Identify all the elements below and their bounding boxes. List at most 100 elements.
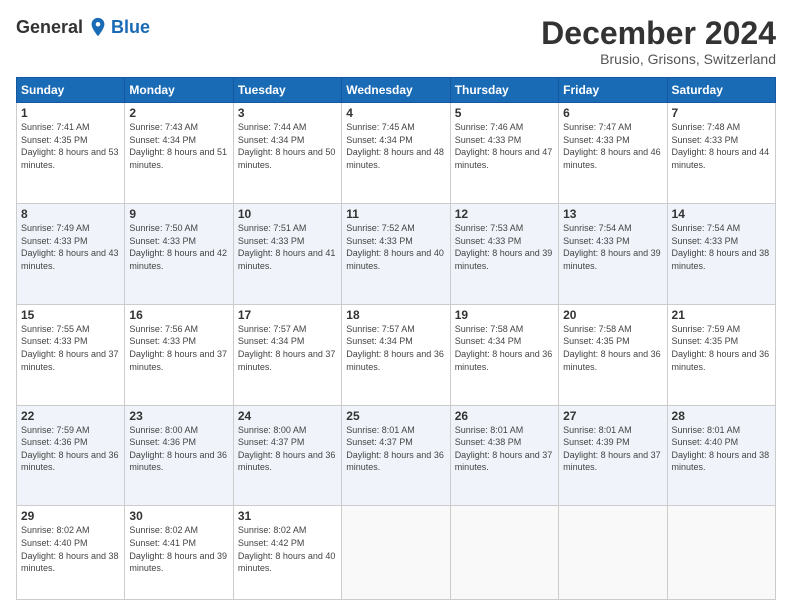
table-row: 21Sunrise: 7:59 AM Sunset: 4:35 PM Dayli… [667, 304, 775, 405]
col-sunday: Sunday [17, 78, 125, 103]
table-row: 27Sunrise: 8:01 AM Sunset: 4:39 PM Dayli… [559, 405, 667, 506]
table-row [667, 506, 775, 600]
calendar-table: Sunday Monday Tuesday Wednesday Thursday… [16, 77, 776, 600]
day-number: 25 [346, 409, 445, 423]
day-number: 28 [672, 409, 771, 423]
table-row: 1Sunrise: 7:41 AM Sunset: 4:35 PM Daylig… [17, 103, 125, 204]
day-info: Sunrise: 7:53 AM Sunset: 4:33 PM Dayligh… [455, 222, 554, 272]
table-row: 26Sunrise: 8:01 AM Sunset: 4:38 PM Dayli… [450, 405, 558, 506]
day-number: 19 [455, 308, 554, 322]
table-row: 3Sunrise: 7:44 AM Sunset: 4:34 PM Daylig… [233, 103, 341, 204]
day-info: Sunrise: 7:54 AM Sunset: 4:33 PM Dayligh… [672, 222, 771, 272]
table-row: 2Sunrise: 7:43 AM Sunset: 4:34 PM Daylig… [125, 103, 233, 204]
table-row: 6Sunrise: 7:47 AM Sunset: 4:33 PM Daylig… [559, 103, 667, 204]
day-info: Sunrise: 7:49 AM Sunset: 4:33 PM Dayligh… [21, 222, 120, 272]
col-monday: Monday [125, 78, 233, 103]
table-row: 28Sunrise: 8:01 AM Sunset: 4:40 PM Dayli… [667, 405, 775, 506]
table-row: 20Sunrise: 7:58 AM Sunset: 4:35 PM Dayli… [559, 304, 667, 405]
day-number: 30 [129, 509, 228, 523]
day-number: 23 [129, 409, 228, 423]
day-number: 3 [238, 106, 337, 120]
table-row: 17Sunrise: 7:57 AM Sunset: 4:34 PM Dayli… [233, 304, 341, 405]
logo-icon [87, 16, 109, 38]
table-row: 5Sunrise: 7:46 AM Sunset: 4:33 PM Daylig… [450, 103, 558, 204]
table-row: 14Sunrise: 7:54 AM Sunset: 4:33 PM Dayli… [667, 204, 775, 305]
day-number: 21 [672, 308, 771, 322]
day-info: Sunrise: 8:01 AM Sunset: 4:37 PM Dayligh… [346, 424, 445, 474]
table-row: 13Sunrise: 7:54 AM Sunset: 4:33 PM Dayli… [559, 204, 667, 305]
table-row: 24Sunrise: 8:00 AM Sunset: 4:37 PM Dayli… [233, 405, 341, 506]
logo-blue: Blue [111, 17, 150, 38]
table-row: 15Sunrise: 7:55 AM Sunset: 4:33 PM Dayli… [17, 304, 125, 405]
calendar-header-row: Sunday Monday Tuesday Wednesday Thursday… [17, 78, 776, 103]
day-info: Sunrise: 8:01 AM Sunset: 4:38 PM Dayligh… [455, 424, 554, 474]
table-row: 30Sunrise: 8:02 AM Sunset: 4:41 PM Dayli… [125, 506, 233, 600]
subtitle: Brusio, Grisons, Switzerland [541, 51, 776, 67]
day-info: Sunrise: 7:50 AM Sunset: 4:33 PM Dayligh… [129, 222, 228, 272]
day-info: Sunrise: 8:00 AM Sunset: 4:37 PM Dayligh… [238, 424, 337, 474]
day-info: Sunrise: 7:57 AM Sunset: 4:34 PM Dayligh… [238, 323, 337, 373]
table-row: 19Sunrise: 7:58 AM Sunset: 4:34 PM Dayli… [450, 304, 558, 405]
day-number: 11 [346, 207, 445, 221]
day-number: 7 [672, 106, 771, 120]
day-number: 9 [129, 207, 228, 221]
day-number: 16 [129, 308, 228, 322]
table-row [450, 506, 558, 600]
day-info: Sunrise: 7:59 AM Sunset: 4:35 PM Dayligh… [672, 323, 771, 373]
day-number: 13 [563, 207, 662, 221]
day-number: 18 [346, 308, 445, 322]
logo: General Blue [16, 16, 150, 38]
table-row: 7Sunrise: 7:48 AM Sunset: 4:33 PM Daylig… [667, 103, 775, 204]
title-area: December 2024 Brusio, Grisons, Switzerla… [541, 16, 776, 67]
day-info: Sunrise: 7:58 AM Sunset: 4:34 PM Dayligh… [455, 323, 554, 373]
day-number: 24 [238, 409, 337, 423]
col-tuesday: Tuesday [233, 78, 341, 103]
table-row: 9Sunrise: 7:50 AM Sunset: 4:33 PM Daylig… [125, 204, 233, 305]
col-saturday: Saturday [667, 78, 775, 103]
day-info: Sunrise: 7:45 AM Sunset: 4:34 PM Dayligh… [346, 121, 445, 171]
day-info: Sunrise: 8:02 AM Sunset: 4:41 PM Dayligh… [129, 524, 228, 574]
day-info: Sunrise: 8:00 AM Sunset: 4:36 PM Dayligh… [129, 424, 228, 474]
day-info: Sunrise: 7:46 AM Sunset: 4:33 PM Dayligh… [455, 121, 554, 171]
day-number: 12 [455, 207, 554, 221]
table-row [342, 506, 450, 600]
day-number: 8 [21, 207, 120, 221]
table-row: 12Sunrise: 7:53 AM Sunset: 4:33 PM Dayli… [450, 204, 558, 305]
table-row: 11Sunrise: 7:52 AM Sunset: 4:33 PM Dayli… [342, 204, 450, 305]
table-row: 8Sunrise: 7:49 AM Sunset: 4:33 PM Daylig… [17, 204, 125, 305]
header: General Blue December 2024 Brusio, Griso… [16, 16, 776, 67]
table-row: 4Sunrise: 7:45 AM Sunset: 4:34 PM Daylig… [342, 103, 450, 204]
table-row: 10Sunrise: 7:51 AM Sunset: 4:33 PM Dayli… [233, 204, 341, 305]
day-info: Sunrise: 7:56 AM Sunset: 4:33 PM Dayligh… [129, 323, 228, 373]
day-number: 29 [21, 509, 120, 523]
day-info: Sunrise: 8:01 AM Sunset: 4:39 PM Dayligh… [563, 424, 662, 474]
day-number: 27 [563, 409, 662, 423]
day-info: Sunrise: 8:02 AM Sunset: 4:42 PM Dayligh… [238, 524, 337, 574]
day-info: Sunrise: 7:51 AM Sunset: 4:33 PM Dayligh… [238, 222, 337, 272]
col-friday: Friday [559, 78, 667, 103]
day-number: 6 [563, 106, 662, 120]
table-row: 16Sunrise: 7:56 AM Sunset: 4:33 PM Dayli… [125, 304, 233, 405]
day-info: Sunrise: 7:44 AM Sunset: 4:34 PM Dayligh… [238, 121, 337, 171]
day-info: Sunrise: 7:47 AM Sunset: 4:33 PM Dayligh… [563, 121, 662, 171]
day-info: Sunrise: 7:43 AM Sunset: 4:34 PM Dayligh… [129, 121, 228, 171]
day-number: 17 [238, 308, 337, 322]
day-info: Sunrise: 7:54 AM Sunset: 4:33 PM Dayligh… [563, 222, 662, 272]
day-number: 2 [129, 106, 228, 120]
table-row: 31Sunrise: 8:02 AM Sunset: 4:42 PM Dayli… [233, 506, 341, 600]
logo-area: General Blue [16, 16, 150, 38]
logo-general: General [16, 17, 83, 38]
table-row: 25Sunrise: 8:01 AM Sunset: 4:37 PM Dayli… [342, 405, 450, 506]
col-wednesday: Wednesday [342, 78, 450, 103]
day-info: Sunrise: 7:58 AM Sunset: 4:35 PM Dayligh… [563, 323, 662, 373]
col-thursday: Thursday [450, 78, 558, 103]
table-row: 29Sunrise: 8:02 AM Sunset: 4:40 PM Dayli… [17, 506, 125, 600]
day-info: Sunrise: 7:55 AM Sunset: 4:33 PM Dayligh… [21, 323, 120, 373]
page: General Blue December 2024 Brusio, Griso… [0, 0, 792, 612]
day-info: Sunrise: 8:01 AM Sunset: 4:40 PM Dayligh… [672, 424, 771, 474]
day-number: 26 [455, 409, 554, 423]
table-row: 22Sunrise: 7:59 AM Sunset: 4:36 PM Dayli… [17, 405, 125, 506]
day-info: Sunrise: 7:48 AM Sunset: 4:33 PM Dayligh… [672, 121, 771, 171]
table-row: 23Sunrise: 8:00 AM Sunset: 4:36 PM Dayli… [125, 405, 233, 506]
day-number: 14 [672, 207, 771, 221]
